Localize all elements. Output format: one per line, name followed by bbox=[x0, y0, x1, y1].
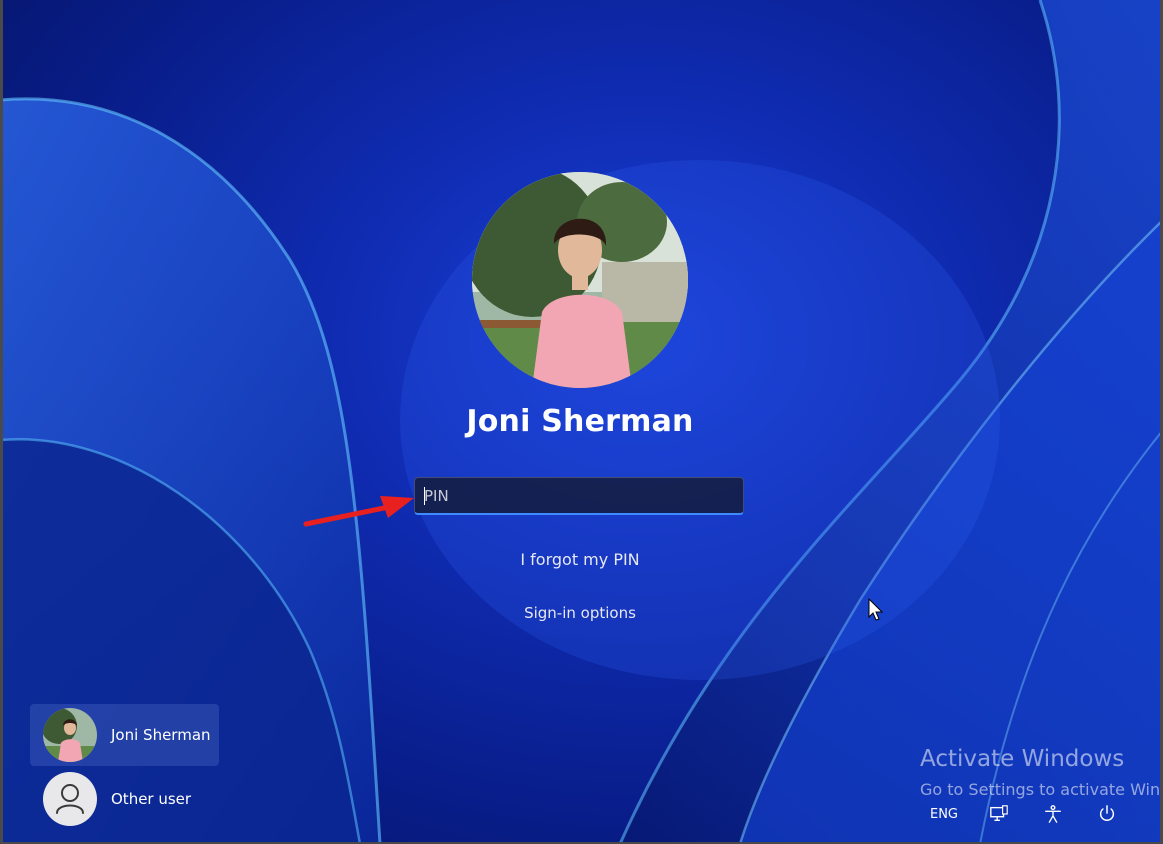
activate-windows-subtitle: Go to Settings to activate Windows. bbox=[920, 780, 1160, 799]
user-name-heading: Joni Sherman bbox=[466, 404, 694, 439]
lock-screen: Joni Sherman I forgot my PIN Sign-in opt… bbox=[0, 0, 1163, 844]
user-avatar bbox=[472, 172, 688, 388]
window-frame-left bbox=[0, 0, 3, 844]
annotation-arrow bbox=[303, 496, 414, 527]
network-icon[interactable] bbox=[986, 800, 1012, 828]
user-photo bbox=[472, 172, 688, 388]
user-tile-avatar bbox=[43, 708, 97, 762]
mouse-cursor-icon bbox=[868, 598, 884, 621]
person-icon bbox=[43, 772, 97, 826]
sign-in-options-link[interactable]: Sign-in options bbox=[430, 604, 730, 622]
user-tile-joni-sherman[interactable]: Joni Sherman bbox=[30, 704, 219, 766]
user-tile-label: Other user bbox=[111, 790, 192, 808]
activate-windows-title: Activate Windows bbox=[920, 746, 1125, 772]
pin-input[interactable] bbox=[414, 477, 744, 515]
power-icon[interactable] bbox=[1094, 800, 1120, 828]
forgot-pin-link[interactable]: I forgot my PIN bbox=[430, 550, 730, 569]
user-tile-other-user[interactable]: Other user bbox=[30, 768, 219, 830]
language-indicator[interactable]: ENG bbox=[926, 800, 962, 828]
text-caret bbox=[424, 487, 425, 505]
user-tile-label: Joni Sherman bbox=[111, 726, 211, 744]
accessibility-icon[interactable] bbox=[1040, 800, 1066, 828]
